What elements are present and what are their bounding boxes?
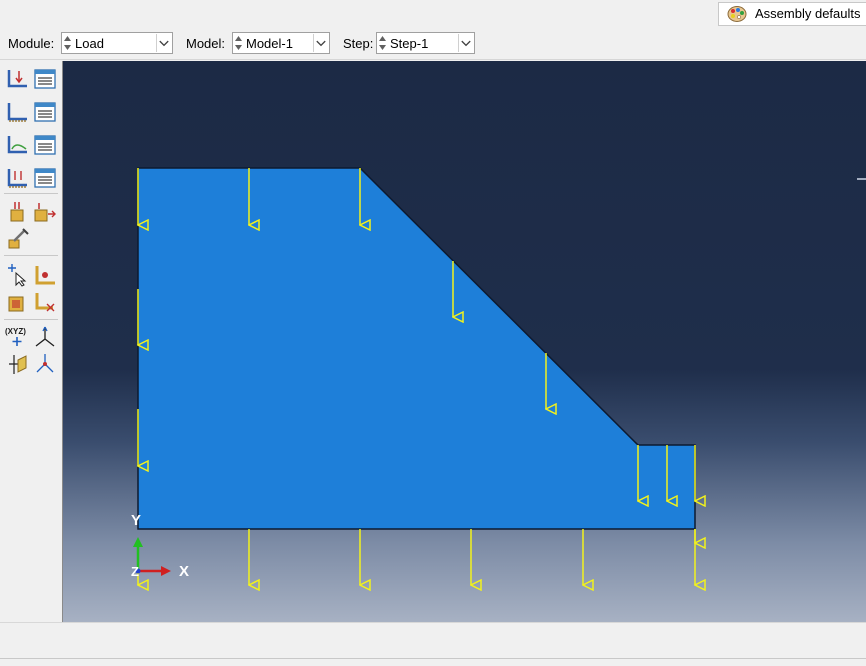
load-manager-icon[interactable] xyxy=(33,67,57,91)
chevron-down-icon xyxy=(156,34,171,52)
toolbox-separator xyxy=(4,255,58,256)
create-special-icon[interactable] xyxy=(6,200,30,224)
status-bar xyxy=(0,622,866,666)
step-value: Step-1 xyxy=(390,36,429,51)
chevron-down-icon xyxy=(313,34,328,52)
module-combo[interactable]: Load xyxy=(61,32,173,54)
triad-y-label: Y xyxy=(131,512,141,529)
predefined-field-manager-icon[interactable] xyxy=(33,133,57,157)
module-label: Module: xyxy=(8,36,55,51)
create-bc-icon[interactable] xyxy=(6,100,30,124)
svg-text:(XYZ): (XYZ) xyxy=(5,327,26,336)
model-value: Model-1 xyxy=(246,36,293,51)
skin-icon[interactable] xyxy=(33,290,57,314)
model-canvas[interactable]: Y X Z xyxy=(63,61,866,622)
spinner-icon xyxy=(64,36,71,50)
bc-manager-icon[interactable] xyxy=(33,100,57,124)
triad-z-label: Z xyxy=(131,564,139,579)
set-icon[interactable] xyxy=(33,263,57,287)
partition-query-icon[interactable] xyxy=(6,263,30,287)
create-load-icon[interactable] xyxy=(6,67,30,91)
assembly-defaults-button[interactable]: Assembly defaults xyxy=(718,2,866,26)
create-predefined-field-icon[interactable] xyxy=(6,133,30,157)
context-bar: Module: Load Model: Model-1 Step: Step-1 xyxy=(0,30,866,58)
step-label: Step: xyxy=(343,36,374,51)
surface-icon[interactable] xyxy=(6,290,30,314)
part-face[interactable] xyxy=(137,167,696,530)
color-palette-icon xyxy=(727,6,747,22)
graphics-viewport[interactable]: Y X Z xyxy=(62,61,866,622)
module-toolbox: (XYZ) xyxy=(0,61,61,621)
model-label: Model: xyxy=(186,36,226,51)
toolbox-separator xyxy=(4,193,58,194)
load-case-manager-icon[interactable] xyxy=(33,166,57,190)
spinner-icon xyxy=(235,36,242,50)
module-value: Load xyxy=(75,36,104,51)
toolbox-separator xyxy=(4,319,58,320)
chevron-down-icon xyxy=(458,34,473,52)
special-manager-icon[interactable] xyxy=(33,200,57,224)
datum-csys-icon[interactable] xyxy=(33,352,57,376)
amplitude-icon[interactable] xyxy=(6,227,30,251)
datum-point-icon[interactable]: (XYZ) xyxy=(4,325,32,349)
bottom-divider xyxy=(0,658,866,659)
triad-x-label: X xyxy=(179,563,189,580)
y-axis-arrow xyxy=(133,537,143,547)
spinner-icon xyxy=(379,36,386,50)
datum-axis-icon[interactable] xyxy=(33,325,57,349)
toolbar-divider xyxy=(0,59,866,60)
assembly-defaults-label: Assembly defaults xyxy=(755,6,861,21)
model-combo[interactable]: Model-1 xyxy=(232,32,330,54)
step-combo[interactable]: Step-1 xyxy=(376,32,475,54)
datum-plane-icon[interactable] xyxy=(6,352,30,376)
x-axis-arrow xyxy=(161,566,171,576)
create-load-case-icon[interactable] xyxy=(6,166,30,190)
